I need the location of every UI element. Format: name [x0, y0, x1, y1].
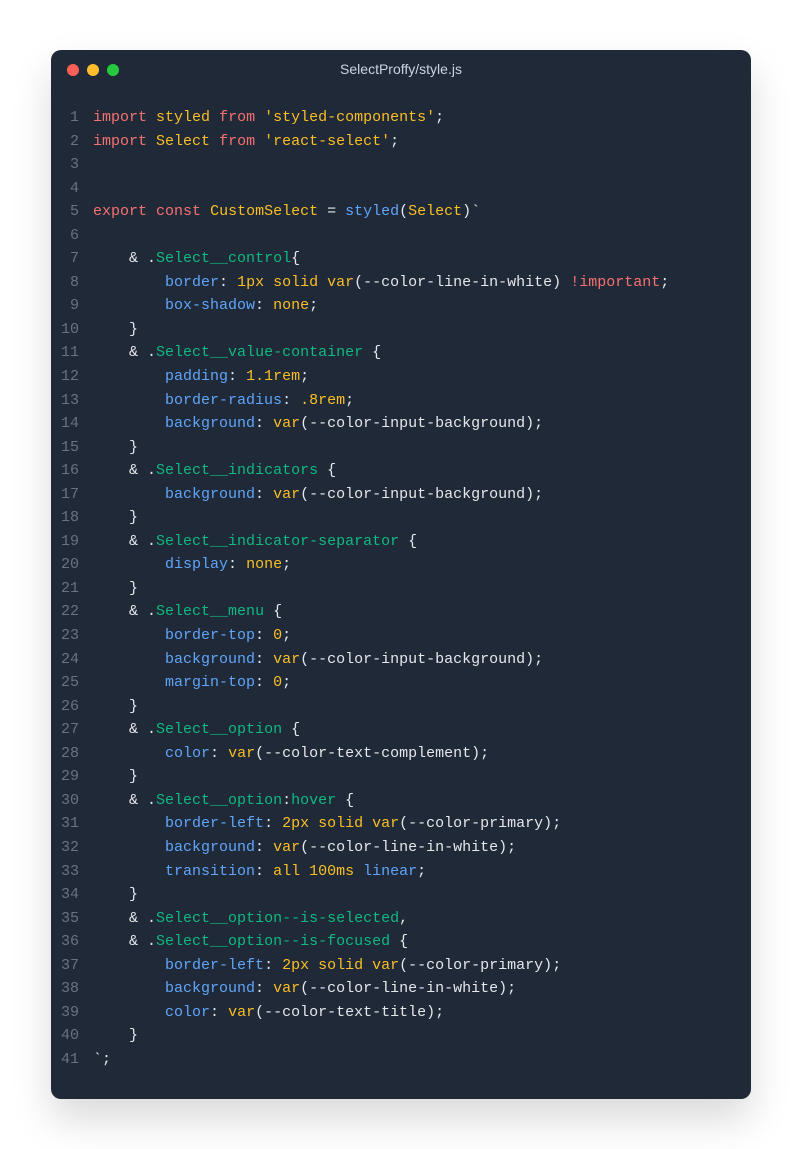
maximize-icon[interactable] — [107, 64, 119, 76]
close-icon[interactable] — [67, 64, 79, 76]
traffic-lights — [67, 64, 119, 76]
code-window: SelectProffy/style.js 1 2 3 4 5 6 7 8 9 … — [51, 50, 751, 1099]
window-title: SelectProffy/style.js — [51, 59, 751, 81]
code-content[interactable]: import styled from 'styled-components'; … — [93, 106, 669, 1071]
code-area: 1 2 3 4 5 6 7 8 9 10 11 12 13 14 15 16 1… — [51, 90, 751, 1099]
titlebar: SelectProffy/style.js — [51, 50, 751, 90]
minimize-icon[interactable] — [87, 64, 99, 76]
line-gutter: 1 2 3 4 5 6 7 8 9 10 11 12 13 14 15 16 1… — [61, 106, 93, 1071]
